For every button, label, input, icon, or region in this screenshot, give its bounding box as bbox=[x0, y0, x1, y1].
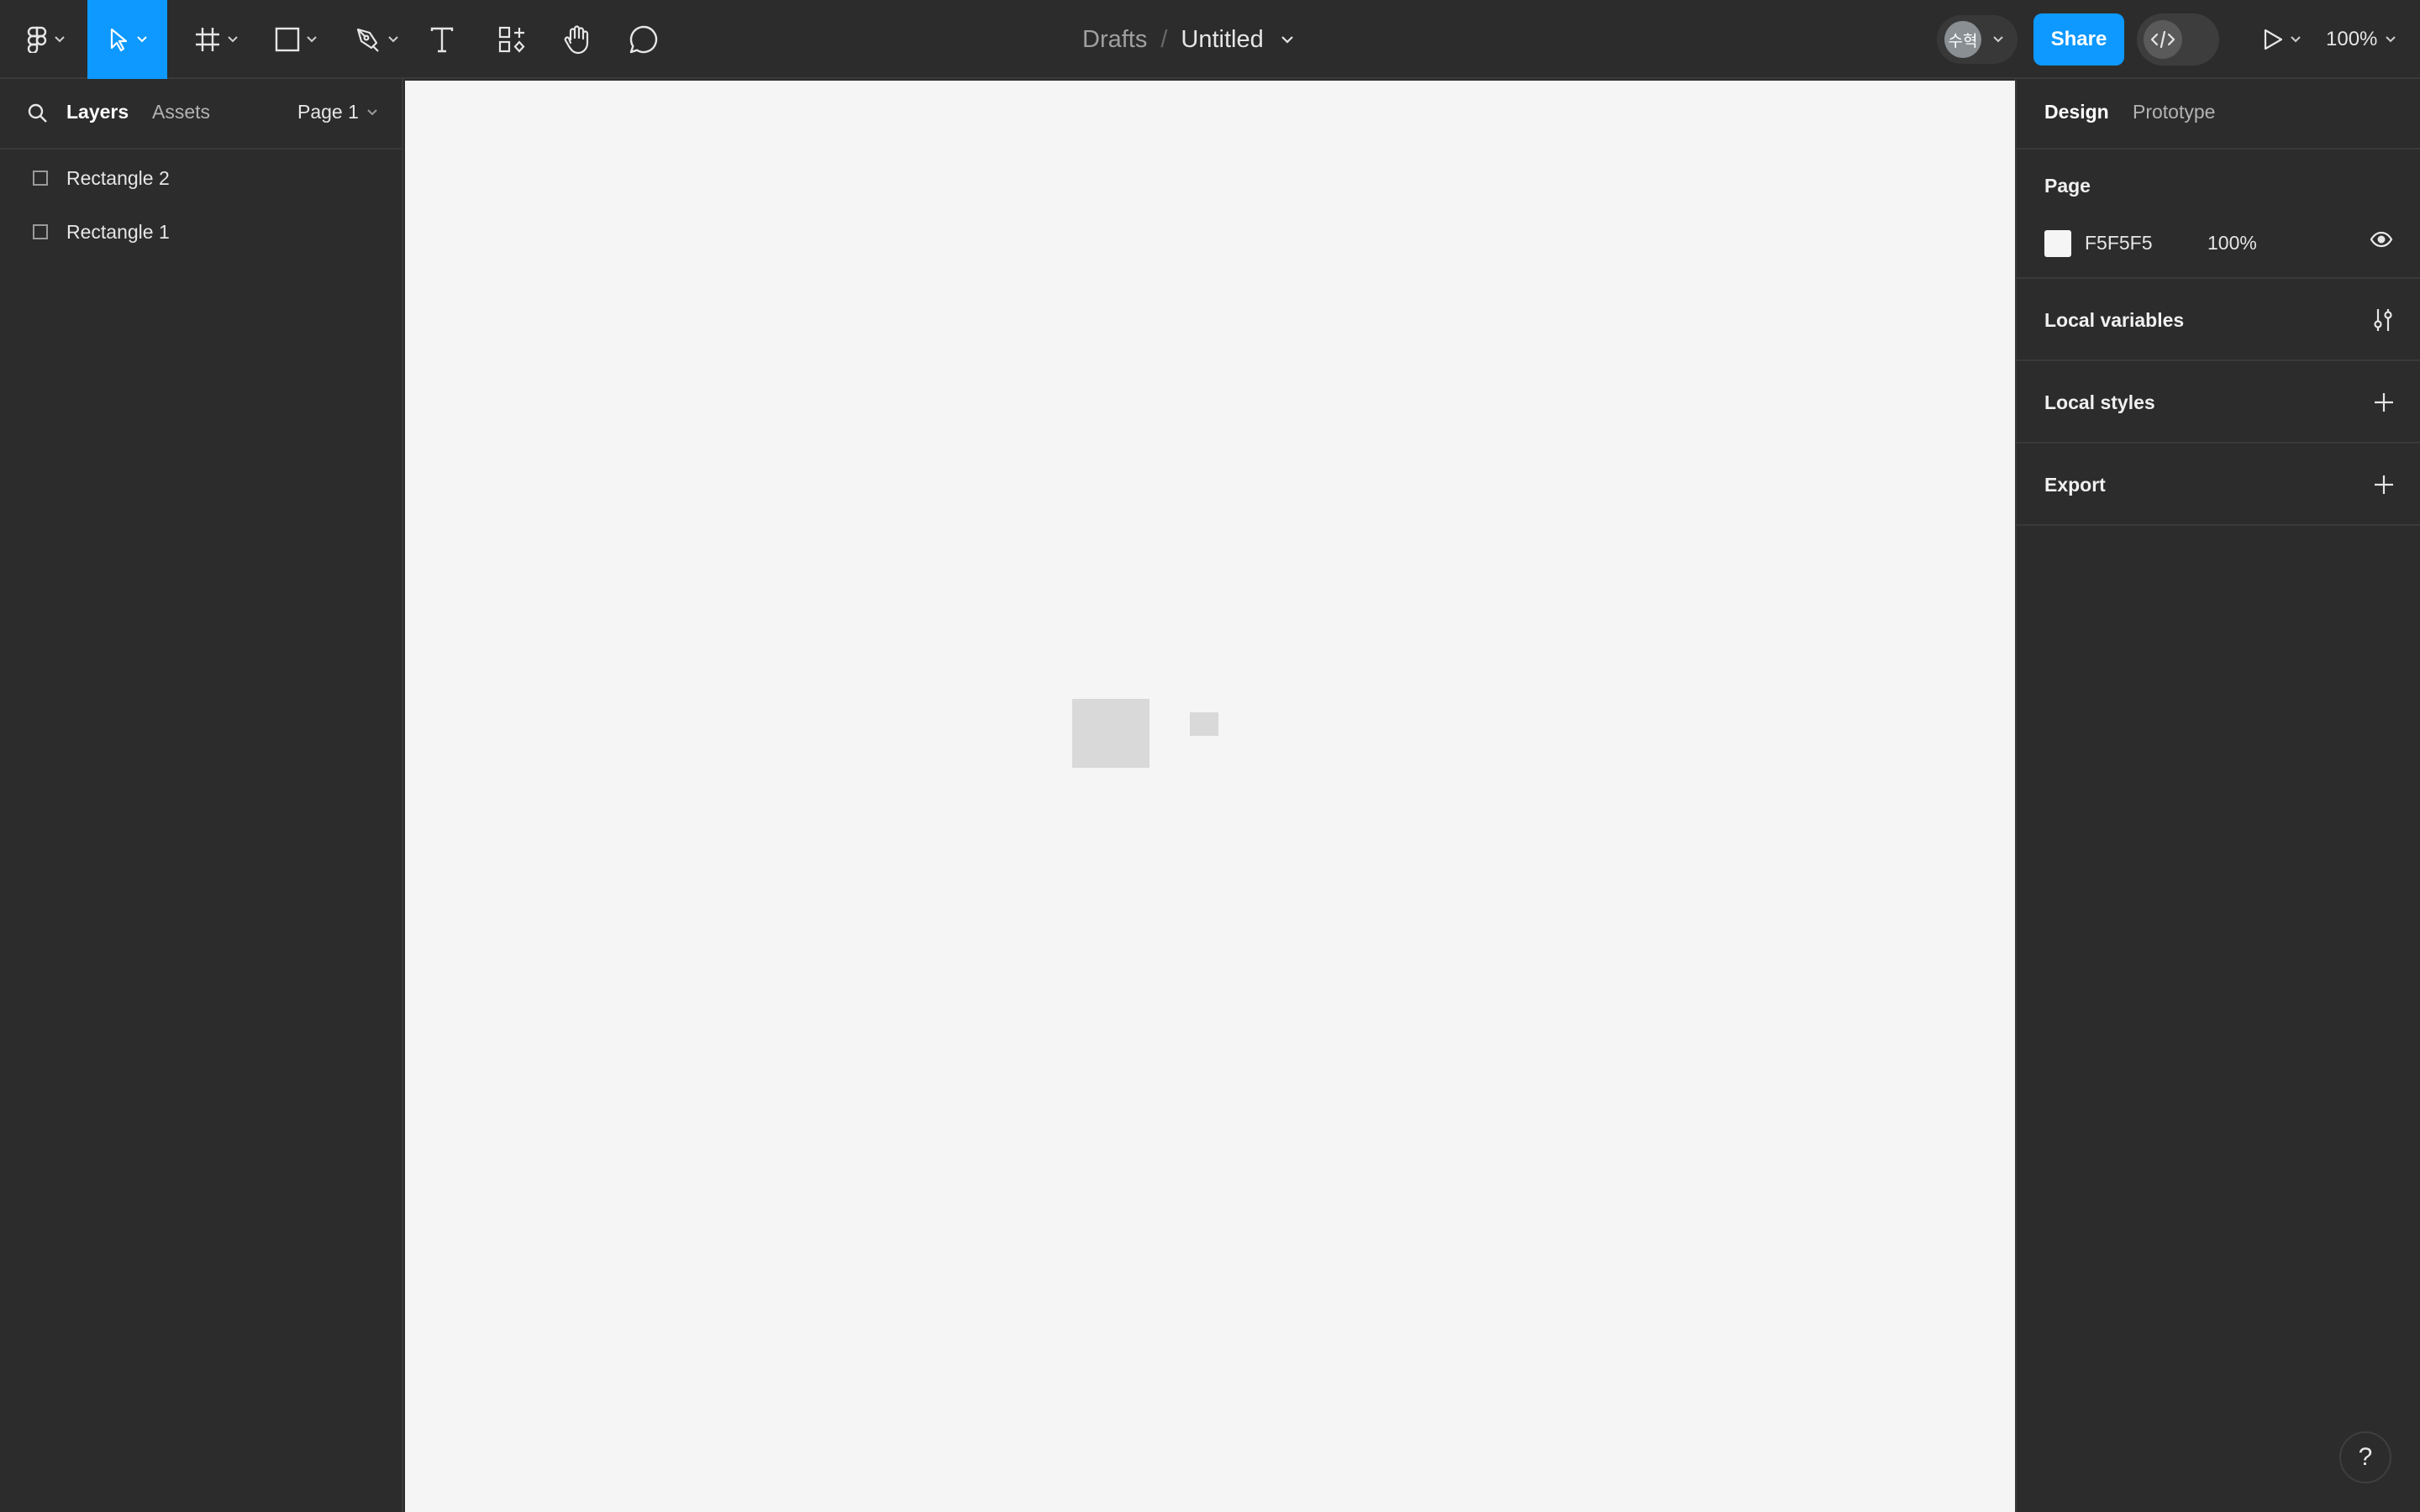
chevron-down-icon bbox=[55, 36, 65, 43]
rectangle-icon bbox=[33, 224, 48, 239]
chevron-down-icon bbox=[2386, 36, 2396, 43]
rectangle-icon bbox=[275, 27, 300, 52]
chevron-down-icon bbox=[1993, 36, 2003, 43]
help-button[interactable]: ? bbox=[2339, 1431, 2391, 1483]
dev-mode-toggle[interactable] bbox=[2137, 13, 2219, 66]
chevron-down-icon bbox=[2291, 36, 2301, 43]
file-title[interactable]: Untitled bbox=[1181, 26, 1263, 54]
pen-icon bbox=[356, 28, 379, 52]
layer-item-rectangle-1[interactable]: Rectangle 1 bbox=[0, 205, 402, 259]
page-fill-opacity[interactable]: 100% bbox=[2207, 232, 2257, 255]
canvas-rectangle-1[interactable] bbox=[1072, 699, 1150, 768]
export-title: Export bbox=[2044, 474, 2106, 496]
variables-sliders-icon[interactable] bbox=[2371, 307, 2395, 333]
breadcrumb-drafts-link[interactable]: Drafts bbox=[1082, 26, 1147, 54]
export-section: Export bbox=[2017, 444, 2420, 526]
canvas-rectangle-2[interactable] bbox=[1190, 712, 1218, 736]
hand-icon bbox=[564, 25, 589, 55]
figma-logo-icon bbox=[27, 26, 47, 53]
top-toolbar: Drafts / Untitled 수혁 Share 100% bbox=[0, 0, 2420, 79]
layer-item-rectangle-2[interactable]: Rectangle 2 bbox=[0, 151, 402, 205]
search-icon[interactable] bbox=[27, 102, 49, 124]
comment-tool-button[interactable] bbox=[623, 0, 664, 79]
layer-item-label: Rectangle 2 bbox=[66, 166, 170, 189]
chevron-down-icon bbox=[228, 36, 238, 43]
local-styles-title: Local styles bbox=[2044, 391, 2155, 413]
breadcrumb-separator: / bbox=[1160, 25, 1168, 53]
page-section: Page bbox=[2017, 150, 2420, 279]
chevron-down-icon[interactable] bbox=[1281, 35, 1294, 44]
present-button[interactable] bbox=[2250, 0, 2312, 79]
properties-tabs: Design Prototype bbox=[2017, 79, 2420, 150]
plus-icon[interactable] bbox=[2373, 391, 2395, 413]
avatar: 수혁 bbox=[1944, 21, 1981, 58]
local-variables-section: Local variables bbox=[2017, 279, 2420, 361]
chevron-down-icon bbox=[367, 108, 377, 115]
plus-icon[interactable] bbox=[2373, 474, 2395, 496]
multiplayer-avatar-menu[interactable]: 수혁 bbox=[1937, 15, 2018, 64]
components-icon bbox=[498, 26, 525, 53]
tab-prototype[interactable]: Prototype bbox=[2133, 101, 2215, 123]
text-icon bbox=[430, 27, 454, 53]
code-icon bbox=[2150, 30, 2175, 49]
move-tool-button[interactable] bbox=[87, 0, 167, 79]
cursor-arrow-icon bbox=[110, 28, 127, 52]
chevron-down-icon bbox=[307, 36, 317, 43]
tab-design[interactable]: Design bbox=[2044, 101, 2109, 123]
page-selector-label: Page 1 bbox=[297, 101, 359, 123]
text-tool-button[interactable] bbox=[425, 0, 459, 79]
pen-tool-button[interactable] bbox=[348, 0, 405, 79]
page-fill-hex[interactable]: F5F5F5 bbox=[2085, 232, 2153, 255]
resources-tool-button[interactable] bbox=[492, 0, 531, 79]
share-button[interactable]: Share bbox=[2033, 13, 2124, 66]
local-variables-title: Local variables bbox=[2044, 309, 2185, 331]
layer-item-label: Rectangle 1 bbox=[66, 220, 170, 243]
play-icon bbox=[2264, 29, 2283, 50]
page-fill-swatch[interactable] bbox=[2044, 230, 2071, 257]
zoom-level: 100% bbox=[2326, 28, 2378, 50]
page-selector[interactable]: Page 1 bbox=[297, 101, 377, 123]
frame-hash-icon bbox=[196, 28, 219, 51]
eye-icon[interactable] bbox=[2370, 230, 2393, 249]
layers-panel: Layers Assets Page 1 Rectangle 2 Rectang… bbox=[0, 79, 403, 1512]
tab-layers[interactable]: Layers bbox=[66, 101, 129, 123]
page-section-title: Page bbox=[2044, 175, 2091, 197]
chevron-down-icon bbox=[388, 36, 398, 43]
main-menu-button[interactable] bbox=[20, 0, 71, 79]
dev-mode-knob bbox=[2144, 20, 2182, 59]
frame-tool-button[interactable] bbox=[187, 0, 245, 79]
chevron-down-icon bbox=[136, 36, 147, 43]
hand-tool-button[interactable] bbox=[558, 0, 597, 79]
rectangle-icon bbox=[33, 171, 48, 186]
local-styles-section: Local styles bbox=[2017, 361, 2420, 444]
design-canvas[interactable] bbox=[405, 81, 2015, 1512]
layers-panel-header: Layers Assets Page 1 bbox=[0, 79, 403, 150]
shape-tool-button[interactable] bbox=[267, 0, 324, 79]
tab-assets[interactable]: Assets bbox=[152, 101, 210, 123]
zoom-menu[interactable]: 100% bbox=[2326, 0, 2396, 79]
breadcrumb: Drafts / Untitled bbox=[1082, 0, 1294, 79]
comment-bubble-icon bbox=[629, 25, 658, 54]
properties-panel: Design Prototype Page F5F5F5 100% Local … bbox=[2015, 79, 2420, 1512]
